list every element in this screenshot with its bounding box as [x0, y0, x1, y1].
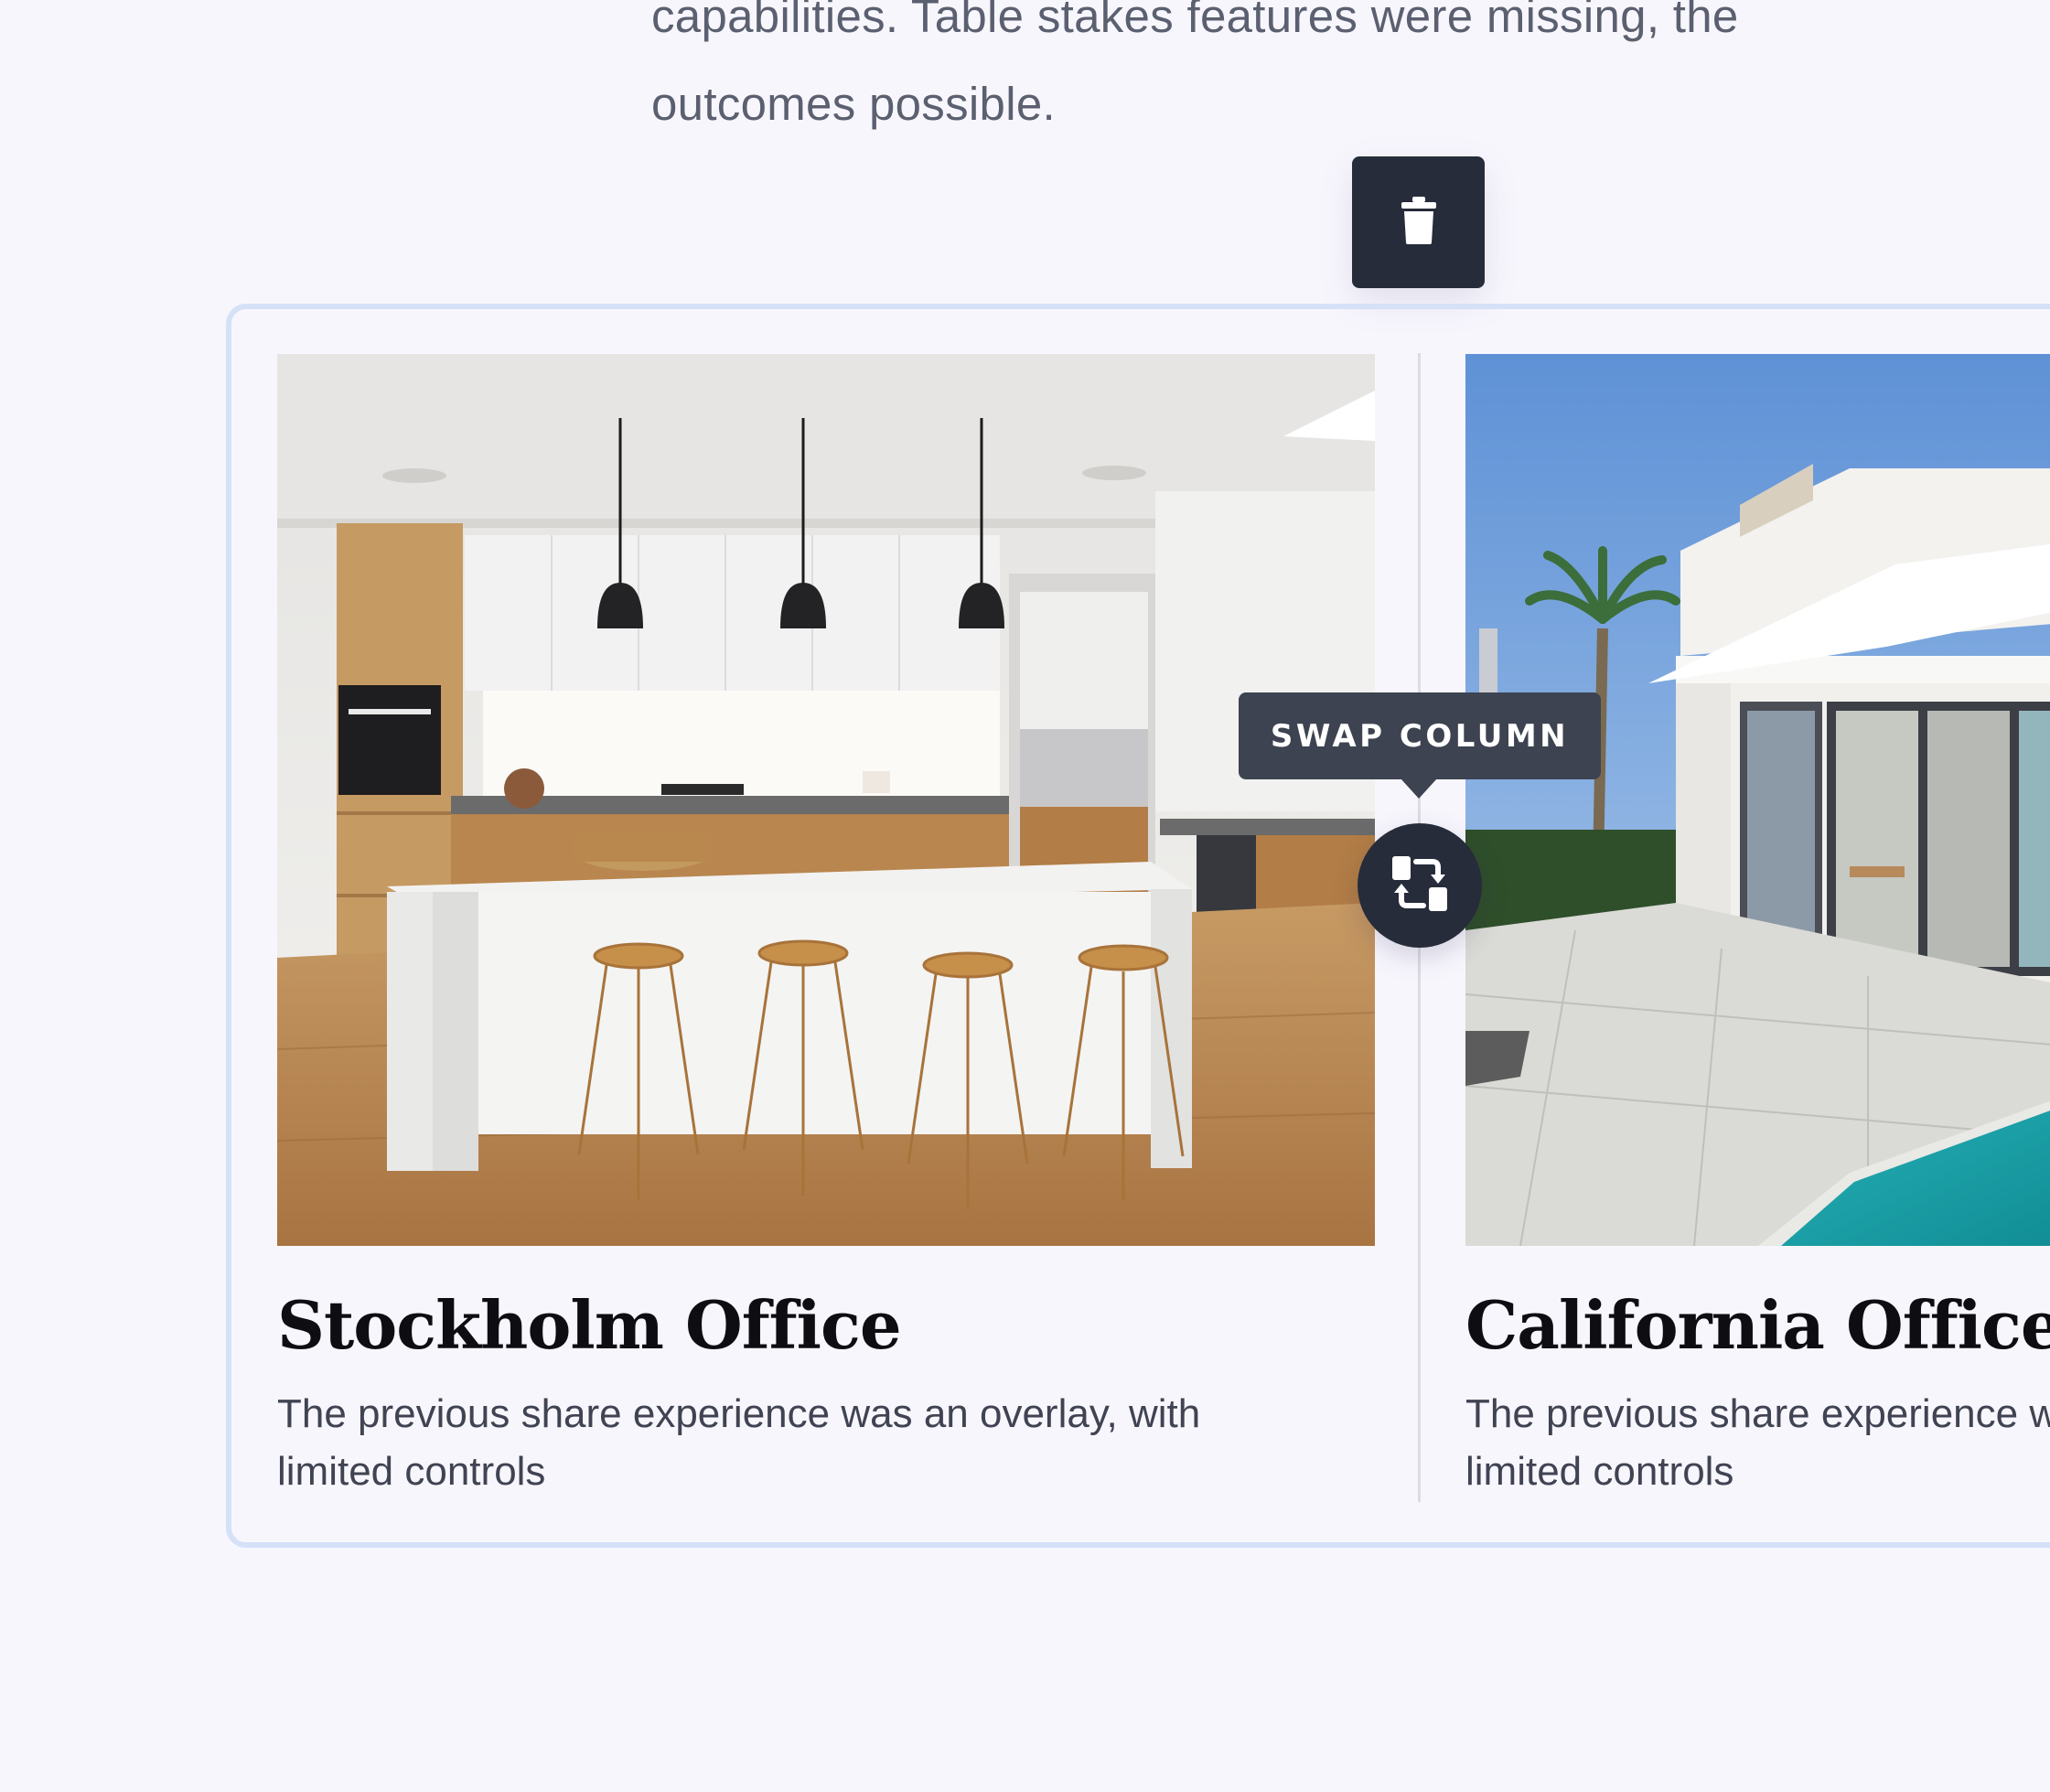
- delete-button[interactable]: [1352, 156, 1485, 288]
- intro-paragraph: capabilities. Table stakes features were…: [651, 0, 1739, 130]
- california-office-title: California Office: [1465, 1286, 2050, 1364]
- swap-icon: [1390, 854, 1449, 917]
- trash-icon: [1401, 196, 1437, 249]
- california-office-image: [1465, 354, 2050, 1246]
- swap-column-button[interactable]: [1358, 823, 1482, 948]
- page: capabilities. Table stakes features were…: [0, 0, 2050, 1792]
- california-office-description: The previous share experience was an ove…: [1465, 1391, 2050, 1494]
- stockholm-office-title: Stockholm Office: [277, 1286, 902, 1364]
- stockholm-office-image: [277, 354, 1375, 1246]
- stockholm-office-description: The previous share experience was an ove…: [277, 1391, 1201, 1494]
- swap-column-tooltip: SWAP COLUMN: [1239, 692, 1601, 779]
- tooltip-arrow: [1401, 778, 1437, 799]
